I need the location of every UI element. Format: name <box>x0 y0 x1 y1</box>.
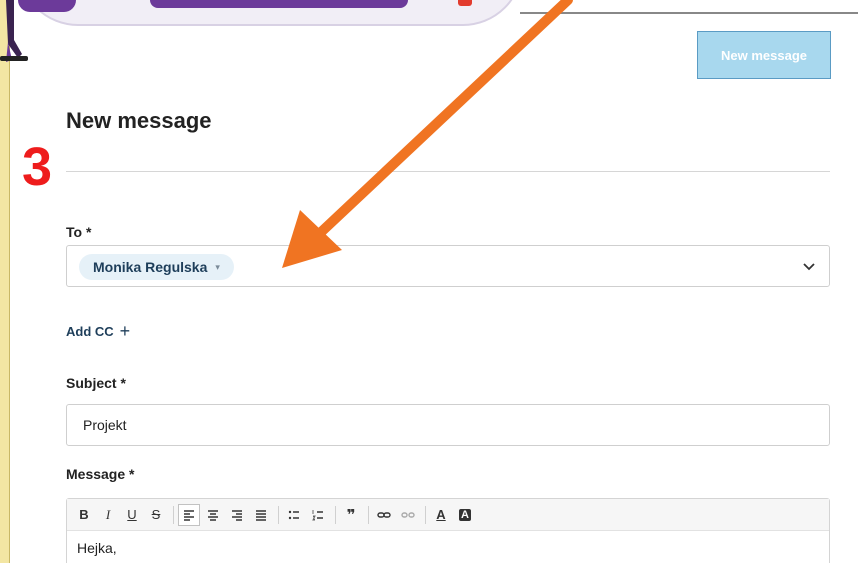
link-icon[interactable] <box>373 504 395 526</box>
bold-icon[interactable]: B <box>73 504 95 526</box>
toolbar-separator <box>368 505 369 524</box>
to-select[interactable]: Monika Regulska ▾ <box>66 245 830 287</box>
message-label: Message * <box>66 466 135 482</box>
quote-icon[interactable]: ❞ <box>340 504 362 526</box>
step-number-annotation: 3 <box>22 137 53 197</box>
to-label: To * <box>66 224 92 240</box>
editor-toolbar: B I U S ❞ A A <box>67 499 829 531</box>
italic-icon[interactable]: I <box>97 504 119 526</box>
message-body[interactable]: Hejka, <box>67 531 829 563</box>
banner-purple-bar[interactable] <box>150 0 408 8</box>
subject-label: Subject * <box>66 375 126 391</box>
chip-caret-icon[interactable]: ▾ <box>215 262 220 273</box>
underline-icon[interactable]: U <box>121 504 143 526</box>
add-cc-link[interactable]: Add CC + <box>66 322 130 340</box>
align-right-icon[interactable] <box>226 504 248 526</box>
toolbar-separator <box>425 505 426 524</box>
background-color-icon[interactable]: A <box>454 504 476 526</box>
title-divider <box>66 171 830 172</box>
background-color-glyph: A <box>459 508 471 521</box>
align-center-icon[interactable] <box>202 504 224 526</box>
toolbar-separator <box>173 505 174 524</box>
align-left-icon[interactable] <box>178 503 200 526</box>
new-message-button[interactable]: New message <box>697 31 831 79</box>
chevron-down-icon[interactable] <box>801 258 817 274</box>
toolbar-separator <box>335 505 336 524</box>
header-divider <box>520 12 858 14</box>
page-title: New message <box>66 108 212 133</box>
bulleted-list-icon[interactable] <box>283 504 305 526</box>
subject-input[interactable] <box>66 404 830 446</box>
add-cc-label: Add CC <box>66 323 114 339</box>
plus-icon: + <box>119 321 131 341</box>
left-sidebar-strip <box>0 0 10 563</box>
align-justify-icon[interactable] <box>250 504 272 526</box>
toolbar-separator <box>278 505 279 524</box>
unlink-icon[interactable] <box>397 504 419 526</box>
banner-decoration <box>18 0 76 12</box>
banner-red-icon <box>458 0 472 6</box>
numbered-list-icon[interactable] <box>307 504 329 526</box>
recipient-name: Monika Regulska <box>93 259 208 275</box>
strikethrough-icon[interactable]: S <box>145 504 167 526</box>
text-color-icon[interactable]: A <box>430 504 452 526</box>
message-editor[interactable]: B I U S ❞ A A Hejka, <box>66 498 830 563</box>
recipient-chip[interactable]: Monika Regulska ▾ <box>79 254 234 280</box>
